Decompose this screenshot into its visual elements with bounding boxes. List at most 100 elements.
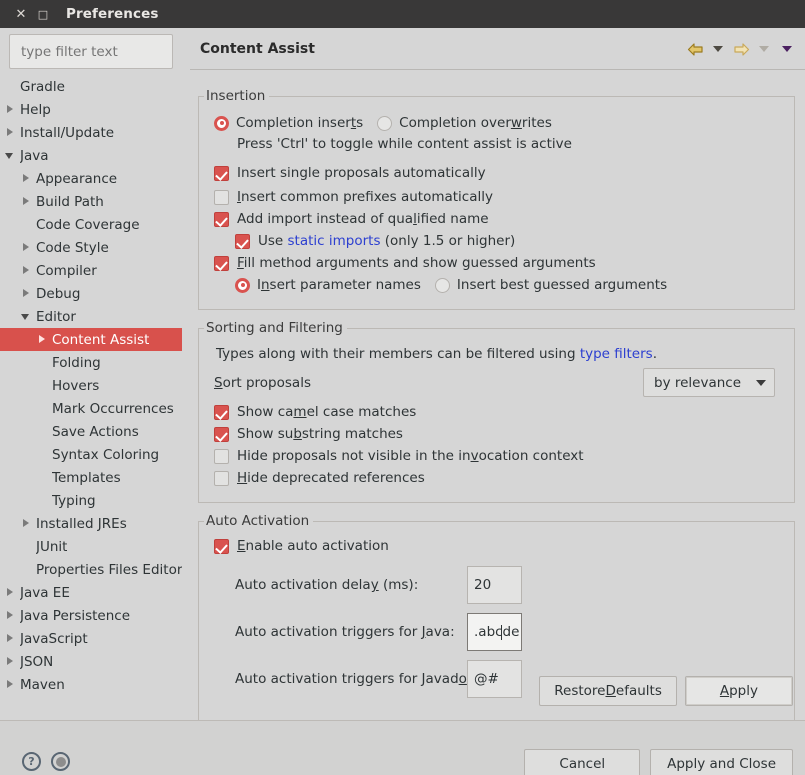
- sidebar-item-json[interactable]: JSON: [0, 650, 182, 673]
- sidebar-item-javascript[interactable]: JavaScript: [0, 627, 182, 650]
- chevron-right-icon[interactable]: [6, 680, 15, 689]
- sidebar-item-java-ee[interactable]: Java EE: [0, 581, 182, 604]
- view-menu-chevron-down-icon[interactable]: [777, 39, 797, 59]
- completion-mode-row: Completion inserts Completion overwrites: [214, 112, 781, 134]
- sidebar-item-installed-jres[interactable]: Installed JREs: [0, 512, 182, 535]
- use-static-imports-row[interactable]: Use static imports (only 1.5 or higher): [214, 230, 781, 252]
- add-import-row[interactable]: Add import instead of qualified name: [214, 208, 781, 230]
- sidebar-item-appearance[interactable]: Appearance: [0, 167, 182, 190]
- sidebar-item-debug[interactable]: Debug: [0, 282, 182, 305]
- auto-activation-delay-input[interactable]: 20: [467, 566, 522, 604]
- back-menu-chevron-down-icon[interactable]: [708, 39, 728, 59]
- show-substring-row[interactable]: Show substring matches: [214, 423, 781, 445]
- chevron-right-icon[interactable]: [22, 174, 31, 183]
- sidebar-item-mark-occurrences[interactable]: Mark Occurrences: [0, 397, 182, 420]
- sidebar-item-java[interactable]: Java: [0, 144, 182, 167]
- sidebar-item-properties-files-editor[interactable]: Properties Files Editor: [0, 558, 182, 581]
- chevron-right-icon[interactable]: [6, 611, 15, 620]
- sidebar-item-maven[interactable]: Maven: [0, 673, 182, 696]
- sidebar-item-content-assist[interactable]: Content Assist: [0, 328, 182, 351]
- chevron-right-icon[interactable]: [6, 128, 15, 137]
- checkbox-fill-method-arguments[interactable]: [214, 255, 229, 271]
- sidebar-item-typing[interactable]: Typing: [0, 489, 182, 512]
- chevron-right-icon[interactable]: [38, 335, 47, 344]
- chevron-right-icon[interactable]: [22, 243, 31, 252]
- sidebar-item-java-persistence[interactable]: Java Persistence: [0, 604, 182, 627]
- radio-insert-best-guessed-arguments[interactable]: [434, 277, 450, 293]
- help-question-icon[interactable]: ?: [22, 752, 41, 771]
- apply-button[interactable]: Apply: [684, 676, 793, 706]
- sidebar-item-junit[interactable]: JUnit: [0, 535, 182, 558]
- insert-common-prefixes-row[interactable]: Insert common prefixes automatically: [214, 186, 781, 208]
- chevron-right-icon[interactable]: [6, 588, 15, 597]
- static-imports-link[interactable]: static imports: [288, 233, 381, 249]
- back-arrow-icon[interactable]: [685, 39, 705, 59]
- search-input[interactable]: [19, 42, 194, 61]
- sidebar-item-save-actions[interactable]: Save Actions: [0, 420, 182, 443]
- chevron-right-icon[interactable]: [22, 289, 31, 298]
- checkbox-show-substring[interactable]: [214, 426, 229, 442]
- restore-defaults-button[interactable]: Restore Defaults: [539, 676, 677, 706]
- chevron-right-icon[interactable]: [6, 634, 15, 643]
- radio-insert-parameter-names[interactable]: [235, 277, 250, 293]
- checkbox-show-camel-case[interactable]: [214, 404, 229, 420]
- forward-menu-chevron-down-icon[interactable]: [754, 39, 774, 59]
- auto-activation-javadoc-input[interactable]: @#: [467, 660, 522, 698]
- insert-single-proposals-row[interactable]: Insert single proposals automatically: [214, 162, 781, 184]
- sort-proposals-row: Sort proposals by relevance: [214, 368, 781, 397]
- type-filters-link[interactable]: type filters: [580, 346, 653, 362]
- sidebar-item-editor[interactable]: Editor: [0, 305, 182, 328]
- chevron-right-icon[interactable]: [22, 519, 31, 528]
- sidebar-item-label: JavaScript: [20, 630, 88, 647]
- cancel-button[interactable]: Cancel: [524, 749, 641, 775]
- sidebar-item-label: JSON: [20, 653, 54, 670]
- show-camel-case-row[interactable]: Show camel case matches: [214, 401, 781, 423]
- preferences-tree[interactable]: Gradle Help Install/Update Java Appearance Bu…: [0, 75, 182, 720]
- enable-auto-activation-row[interactable]: Enable auto activation: [214, 535, 781, 557]
- sidebar-item-folding[interactable]: Folding: [0, 351, 182, 374]
- sidebar-item-templates[interactable]: Templates: [0, 466, 182, 489]
- use-static-imports-label: Use static imports (only 1.5 or higher): [258, 233, 516, 249]
- checkbox-hide-deprecated[interactable]: [214, 470, 229, 486]
- checkbox-add-import[interactable]: [214, 211, 229, 227]
- sort-proposals-label: Sort proposals: [214, 374, 311, 391]
- forward-arrow-icon[interactable]: [731, 39, 751, 59]
- chevron-right-icon[interactable]: [6, 105, 15, 114]
- insertion-group: Insertion Completion inserts Completion …: [198, 88, 795, 310]
- checkbox-insert-common-prefixes[interactable]: [214, 189, 229, 205]
- checkbox-insert-single-proposals[interactable]: [214, 165, 229, 181]
- radio-completion-inserts[interactable]: [214, 115, 229, 131]
- type-filters-description: Types along with their members can be fi…: [216, 346, 657, 362]
- sidebar-item-syntax-coloring[interactable]: Syntax Coloring: [0, 443, 182, 466]
- maximize-icon[interactable]: □: [32, 3, 54, 25]
- sort-proposals-select[interactable]: by relevance: [643, 368, 775, 397]
- chevron-right-icon[interactable]: [22, 197, 31, 206]
- sidebar-item-code-coverage[interactable]: Code Coverage: [0, 213, 182, 236]
- shell-status-icon[interactable]: [51, 752, 70, 771]
- filter-box[interactable]: [9, 34, 212, 69]
- auto-activation-java-input[interactable]: .abcde: [467, 613, 522, 651]
- sidebar-item-gradle[interactable]: Gradle: [0, 75, 182, 98]
- hide-not-visible-row[interactable]: Hide proposals not visible in the invoca…: [214, 445, 781, 467]
- auto-activation-delay-value: 20: [474, 577, 492, 593]
- sidebar-item-compiler[interactable]: Compiler: [0, 259, 182, 282]
- radio-completion-overwrites[interactable]: [377, 115, 393, 131]
- sidebar-item-code-style[interactable]: Code Style: [0, 236, 182, 259]
- sidebar-item-hovers[interactable]: Hovers: [0, 374, 182, 397]
- sidebar-item-install-update[interactable]: Install/Update: [0, 121, 182, 144]
- hide-deprecated-row[interactable]: Hide deprecated references: [214, 467, 781, 489]
- checkbox-hide-proposals-not-visible[interactable]: [214, 448, 229, 464]
- chevron-down-icon[interactable]: [21, 312, 31, 321]
- apply-and-close-button[interactable]: Apply and Close: [650, 749, 793, 775]
- chevron-down-icon[interactable]: [5, 151, 15, 160]
- fill-method-arguments-row[interactable]: Fill method arguments and show guessed a…: [214, 252, 781, 274]
- sidebar-item-build-path[interactable]: Build Path: [0, 190, 182, 213]
- close-icon[interactable]: ✕: [10, 3, 32, 25]
- chevron-right-icon[interactable]: [22, 266, 31, 275]
- chevron-right-icon[interactable]: [6, 657, 15, 666]
- checkbox-enable-auto-activation[interactable]: [214, 538, 229, 554]
- checkbox-use-static-imports[interactable]: [235, 233, 250, 249]
- sidebar-item-help[interactable]: Help: [0, 98, 182, 121]
